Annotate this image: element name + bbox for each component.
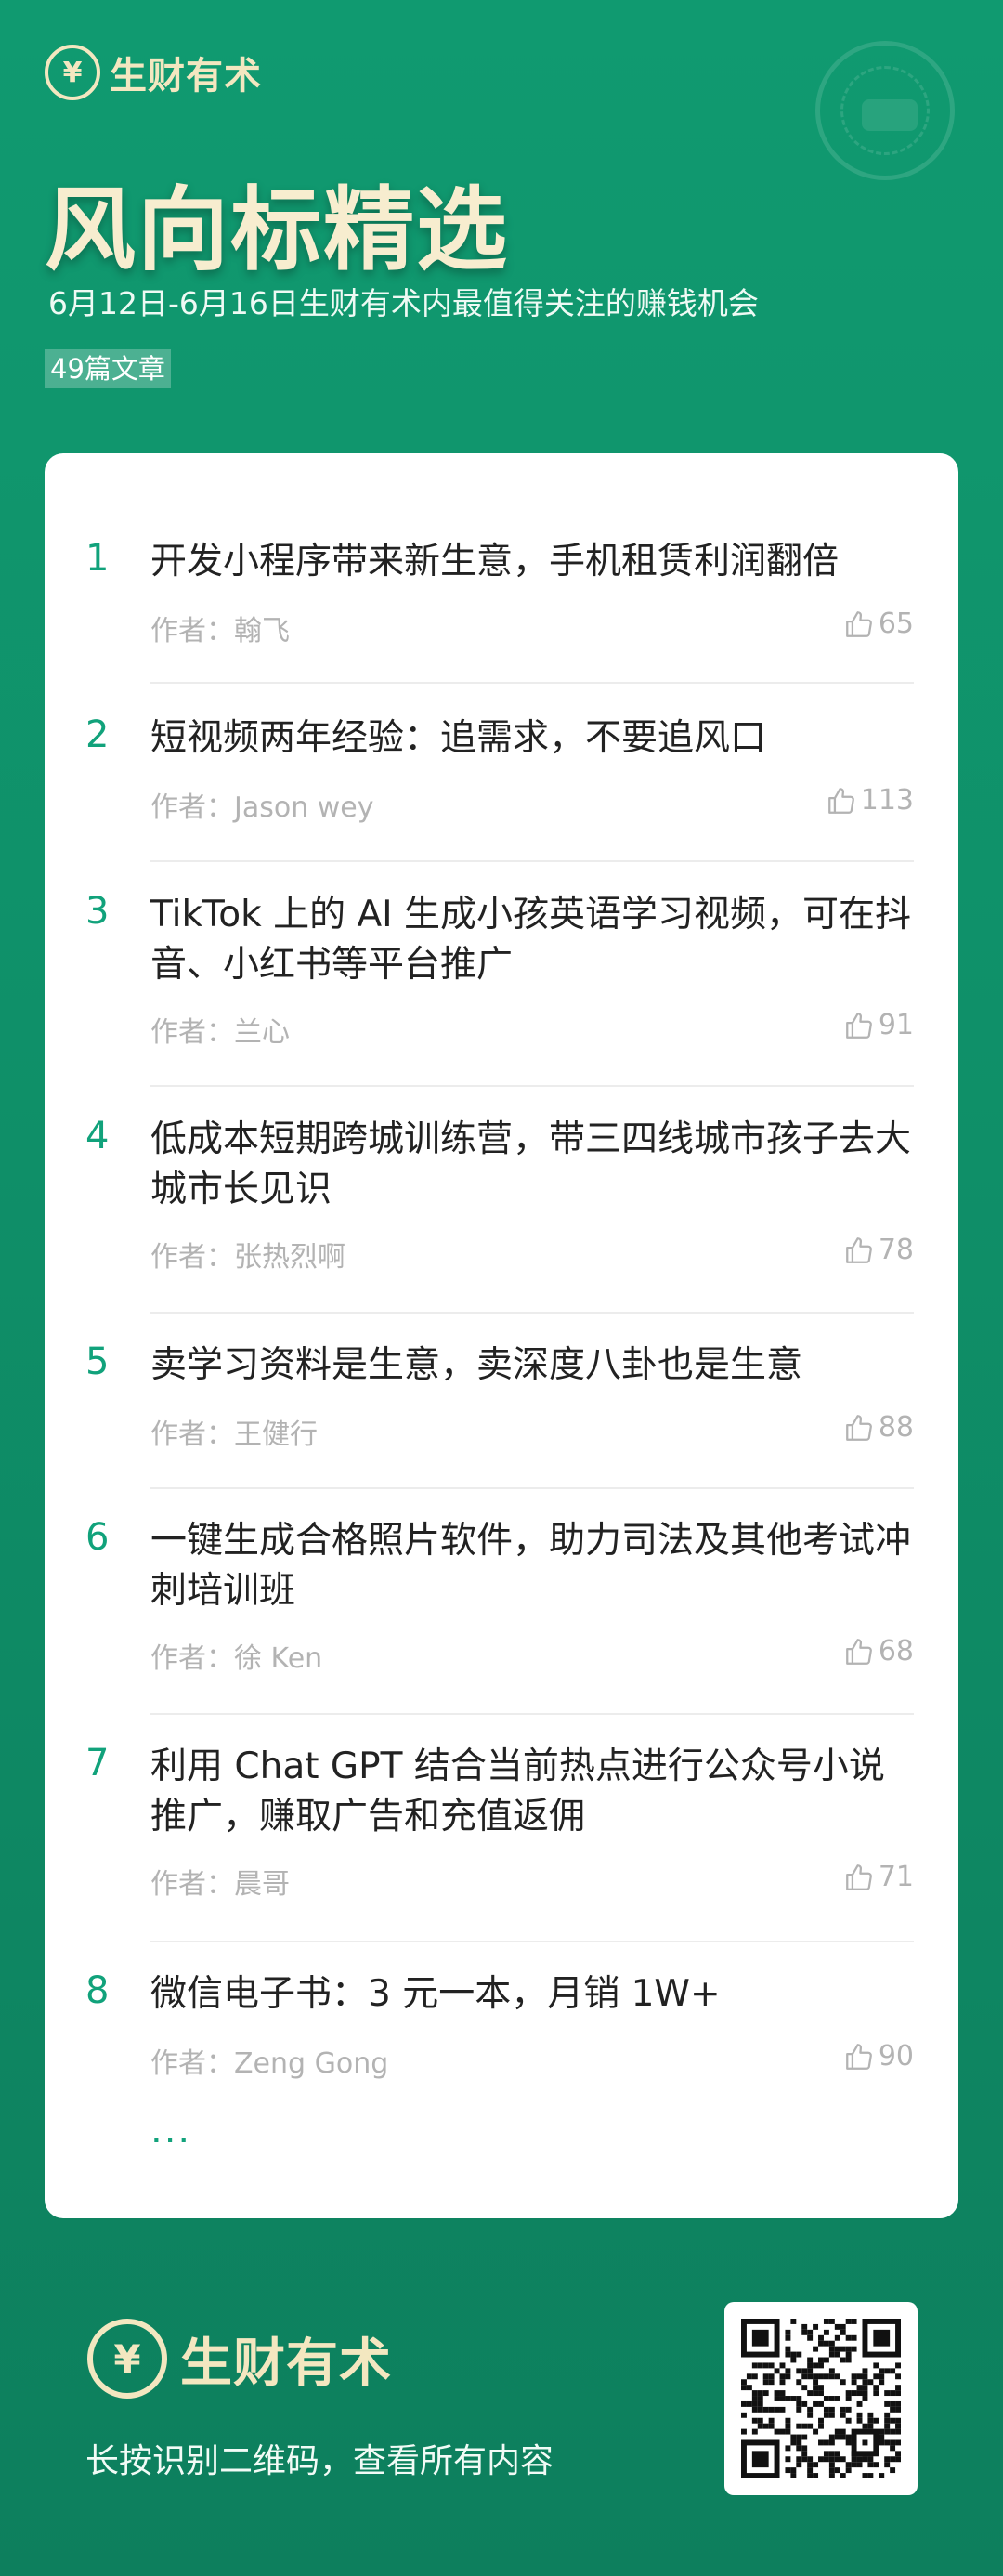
article-author: 作者：王健行 bbox=[150, 1419, 318, 1451]
divider bbox=[150, 1941, 914, 1942]
thumbs-up-icon bbox=[845, 1236, 872, 1263]
article-author: 作者：Jason wey bbox=[150, 791, 374, 824]
qr-caption: 长按识别二维码，查看所有内容 bbox=[85, 2442, 554, 2480]
more-indicator[interactable]: ... bbox=[150, 2109, 191, 2151]
like-count-value: 113 bbox=[860, 784, 914, 817]
article-author: 作者：兰心 bbox=[150, 1016, 290, 1049]
like-count[interactable]: 71 bbox=[843, 1861, 914, 1893]
divider bbox=[150, 1312, 914, 1314]
article-number: 3 bbox=[85, 890, 110, 933]
brand-name: 生财有术 bbox=[110, 55, 262, 98]
like-count[interactable]: 88 bbox=[843, 1411, 914, 1444]
article-author: 作者：张热烈啊 bbox=[150, 1241, 345, 1274]
article-title[interactable]: 微信电子书：3 元一本，月销 1W+ bbox=[150, 1969, 912, 2020]
footer-brand-name: 生财有术 bbox=[180, 2333, 392, 2394]
article-number: 2 bbox=[85, 713, 110, 756]
thumbs-up-icon bbox=[845, 1414, 872, 1441]
article-number: 4 bbox=[85, 1115, 110, 1157]
footer-brand-logo: ¥ 生财有术 bbox=[87, 2319, 392, 2399]
divider bbox=[150, 1085, 914, 1087]
divider bbox=[150, 1487, 914, 1489]
qr-code-icon bbox=[741, 2319, 901, 2478]
article-author: 作者：晨哥 bbox=[150, 1868, 290, 1901]
article-title[interactable]: 卖学习资料是生意，卖深度八卦也是生意 bbox=[150, 1340, 912, 1391]
like-count[interactable]: 78 bbox=[843, 1234, 914, 1266]
thumbs-up-icon bbox=[827, 787, 854, 814]
article-author: 作者：Zeng Gong bbox=[150, 2047, 389, 2080]
article-number: 1 bbox=[85, 537, 110, 580]
qr-code[interactable] bbox=[724, 2302, 918, 2495]
like-count-value: 78 bbox=[878, 1234, 914, 1266]
like-count-value: 65 bbox=[878, 608, 914, 640]
thumbs-up-icon bbox=[845, 610, 872, 637]
like-count[interactable]: 91 bbox=[843, 1009, 914, 1041]
like-count-value: 90 bbox=[878, 2040, 914, 2073]
thumbs-up-icon bbox=[845, 1012, 872, 1039]
article-list-card: 1 开发小程序带来新生意，手机租赁利润翻倍 作者：翰飞 65 2 短视频两年经验… bbox=[45, 453, 958, 2218]
article-title[interactable]: 一键生成合格照片软件，助力司法及其他考试冲刺培训班 bbox=[150, 1516, 912, 1616]
like-count[interactable]: 113 bbox=[826, 784, 914, 817]
page-title: 风向标精选 bbox=[45, 177, 510, 283]
article-title[interactable]: 开发小程序带来新生意，手机租赁利润翻倍 bbox=[150, 537, 912, 587]
divider bbox=[150, 860, 914, 862]
article-author: 作者：翰飞 bbox=[150, 615, 290, 647]
article-number: 6 bbox=[85, 1516, 110, 1559]
divider bbox=[150, 682, 914, 684]
like-count[interactable]: 68 bbox=[843, 1635, 914, 1667]
like-count-value: 71 bbox=[878, 1861, 914, 1893]
like-count-value: 68 bbox=[878, 1635, 914, 1667]
article-title[interactable]: TikTok 上的 AI 生成小孩英语学习视频，可在抖音、小红书等平台推广 bbox=[150, 890, 912, 990]
article-title[interactable]: 利用 Chat GPT 结合当前热点进行公众号小说推广，赚取广告和充值返佣 bbox=[150, 1742, 912, 1842]
article-number: 5 bbox=[85, 1340, 110, 1383]
article-number: 7 bbox=[85, 1742, 110, 1785]
article-title[interactable]: 短视频两年经验：追需求，不要追风口 bbox=[150, 713, 912, 764]
like-count[interactable]: 90 bbox=[843, 2040, 914, 2073]
like-count-value: 91 bbox=[878, 1009, 914, 1041]
brand-logo: ¥ 生财有术 bbox=[45, 45, 262, 100]
like-count[interactable]: 65 bbox=[843, 608, 914, 640]
divider bbox=[150, 1713, 914, 1715]
article-count-badge: 49篇文章 bbox=[45, 349, 171, 388]
thumbs-up-icon bbox=[845, 1638, 872, 1665]
like-count-value: 88 bbox=[878, 1411, 914, 1444]
yuan-logo-icon: ¥ bbox=[87, 2319, 167, 2399]
article-author: 作者：徐 Ken bbox=[150, 1642, 323, 1675]
article-number: 8 bbox=[85, 1969, 110, 2012]
article-title[interactable]: 低成本短期跨城训练营，带三四线城市孩子去大城市长见识 bbox=[150, 1115, 912, 1215]
yuan-logo-icon: ¥ bbox=[45, 45, 100, 100]
seal-stamp-icon bbox=[815, 41, 955, 180]
page-subtitle: 6月12日-6月16日生财有术内最值得关注的赚钱机会 bbox=[48, 285, 759, 321]
thumbs-up-icon bbox=[845, 2043, 872, 2070]
header: ¥ 生财有术 风向标精选 6月12日-6月16日生财有术内最值得关注的赚钱机会 … bbox=[0, 0, 1003, 455]
thumbs-up-icon bbox=[845, 1863, 872, 1890]
